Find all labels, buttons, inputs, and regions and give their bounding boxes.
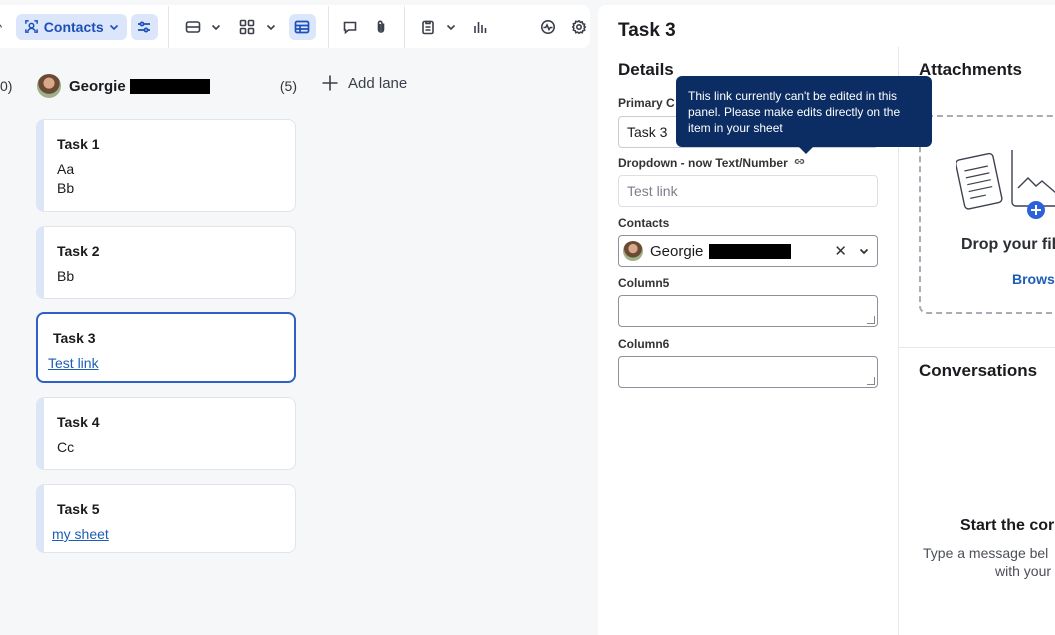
browse-files-link[interactable]: Browse: [1012, 271, 1055, 287]
column6-textarea[interactable]: [618, 356, 878, 388]
card-value: Cc: [57, 439, 75, 455]
clipboard-icon: [422, 20, 434, 34]
card-title: Task 4: [57, 414, 100, 430]
activity-icon: [540, 19, 555, 34]
contacts-dropdown-label: Contacts: [43, 18, 104, 35]
comment-icon: [343, 21, 357, 34]
dropdown-field-label: Dropdown - now Text/Number: [618, 156, 805, 170]
card-link[interactable]: Test link: [48, 354, 294, 373]
lane-card-count: (5): [279, 78, 297, 94]
contacts-field[interactable]: Georgie ✕: [618, 235, 878, 267]
column6-label: Column6: [618, 337, 670, 351]
redacted-name: [129, 78, 210, 94]
conversations-heading: Conversations: [919, 361, 1038, 380]
plus-icon: [322, 75, 338, 91]
card-value: Aa: [57, 161, 75, 177]
clear-contact-icon[interactable]: ✕: [834, 242, 847, 260]
table-view-button[interactable]: [288, 13, 316, 40]
card-task-3[interactable]: Task 3 Test link: [36, 312, 296, 383]
dropdown-field-placeholder: Test link: [627, 183, 678, 199]
dropdown-text-field[interactable]: Test link: [618, 175, 878, 207]
settings-button[interactable]: [567, 15, 590, 39]
card-size-icon: [186, 20, 201, 33]
card-task-1[interactable]: Task 1 Aa Bb: [36, 119, 296, 212]
contacts-label: Contacts: [618, 216, 670, 230]
grid-layout-icon: [240, 19, 255, 34]
sliders-icon: [138, 21, 151, 32]
document-illustration-icon: [956, 150, 1055, 219]
card-link[interactable]: my sheet: [52, 525, 295, 544]
add-lane-button[interactable]: Add lane: [321, 74, 407, 92]
chevron-down-icon[interactable]: [259, 15, 282, 39]
toolbar: Contacts: [0, 5, 590, 48]
chevron-down-icon[interactable]: [859, 243, 869, 259]
chevron-down-icon[interactable]: [439, 15, 462, 39]
chevron-down-icon: [109, 24, 118, 30]
card-task-2[interactable]: Task 2 Bb: [36, 226, 296, 299]
card-layout-button[interactable]: [236, 15, 259, 39]
lane-name: Georgie: [69, 77, 126, 95]
column5-label: Column5: [618, 276, 670, 290]
lane-header: Georgie (5): [37, 74, 297, 98]
gear-icon: [571, 19, 586, 34]
card-task-4[interactable]: Task 4 Cc: [36, 397, 296, 470]
resize-handle[interactable]: [867, 316, 875, 324]
avatar: [37, 74, 61, 98]
card-title: Task 3: [53, 330, 96, 346]
section-divider: [899, 347, 1055, 348]
contacts-group-icon: [24, 20, 38, 33]
primary-column-value: Task 3: [627, 124, 668, 140]
dashboards-button[interactable]: [468, 15, 491, 39]
comments-button[interactable]: [338, 15, 361, 39]
paperclip-icon: [377, 20, 384, 33]
add-lane-label: Add lane: [348, 74, 408, 92]
start-conversation-heading: Start the cor: [960, 517, 1055, 534]
details-heading: Details: [618, 60, 674, 79]
bar-chart-icon: [474, 21, 487, 33]
attachments-button[interactable]: [369, 15, 392, 39]
primary-column-label: Primary C: [618, 96, 675, 110]
lane-settings-button[interactable]: [130, 13, 158, 40]
column5-textarea[interactable]: [618, 295, 878, 327]
card-size-button[interactable]: [182, 15, 205, 39]
card-value: Bb: [57, 268, 75, 284]
toolbar-divider: [327, 5, 329, 48]
avatar: [623, 241, 643, 261]
activity-button[interactable]: [536, 15, 559, 39]
card-title: Task 1: [57, 136, 100, 152]
link-icon[interactable]: [794, 156, 805, 170]
chevron-down-icon[interactable]: [205, 15, 228, 39]
forms-button[interactable]: [416, 15, 439, 39]
contact-name: Georgie: [650, 242, 704, 260]
card-title: Task 5: [57, 501, 100, 517]
edit-link-tooltip: This link currently can't be edited in t…: [676, 76, 932, 154]
card-task-5[interactable]: Task 5 my sheet: [36, 484, 296, 553]
attachments-heading: Attachments: [919, 60, 1022, 79]
resize-handle[interactable]: [867, 377, 875, 385]
group-by-contacts-dropdown[interactable]: Contacts: [15, 13, 127, 40]
card-title: Task 2: [57, 243, 100, 259]
conversation-hint: Type a message bel: [923, 545, 1049, 561]
card-value: Bb: [57, 180, 75, 196]
panel-title: Task 3: [618, 20, 676, 41]
conversation-hint-line2: with your: [995, 563, 1052, 579]
redacted-name: [709, 243, 792, 259]
toolbar-divider: [403, 5, 405, 48]
toolbar-divider: [168, 5, 170, 48]
dropdown-label-text: Dropdown - now Text/Number: [618, 156, 788, 170]
filter-partial-icon[interactable]: [0, 15, 10, 39]
table-icon: [295, 20, 310, 33]
previous-lane-count: 0): [0, 78, 13, 94]
drop-files-text: Drop your fil: [961, 236, 1055, 253]
